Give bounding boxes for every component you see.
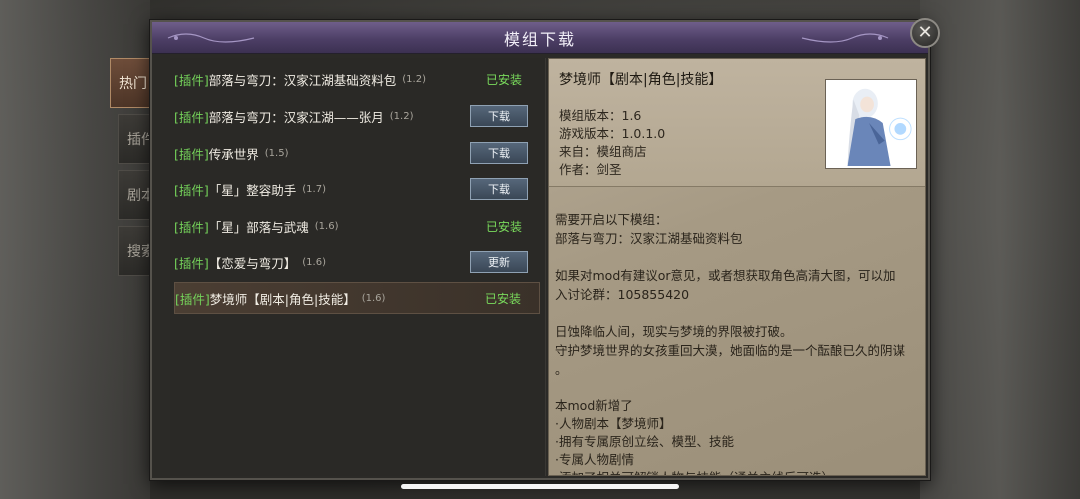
- author-text: 作者：剑圣: [559, 162, 622, 177]
- mod-version: (1.6): [302, 256, 326, 268]
- detail-line: ·拥有专属原创立绘、模型、技能: [555, 434, 734, 449]
- ornament-icon: [801, 33, 889, 43]
- mod-row[interactable]: [插件] 【恋爱与弯刀】 (1.6) 更新: [174, 247, 540, 277]
- mod-row[interactable]: [插件] 「星」整容助手 (1.7) 下载: [174, 174, 540, 204]
- mod-tag: [插件]: [174, 182, 209, 198]
- character-portrait: [825, 79, 917, 169]
- detail-line: 日蚀降临人间，现实与梦境的界限被打破。: [555, 324, 793, 339]
- download-button[interactable]: 下载: [470, 105, 528, 127]
- mod-row[interactable]: [插件] 「星」部落与武魂 (1.6) 已安装: [174, 211, 540, 241]
- source-text: 来自：模组商店: [559, 144, 647, 159]
- mod-name: 部落与弯刀：汉家江湖——张月: [208, 109, 384, 125]
- mod-name: 部落与弯刀：汉家江湖基础资料包: [208, 72, 397, 88]
- detail-line: 入讨论群：105855420: [555, 287, 690, 302]
- mod-detail-panel: 梦境师【剧本|角色|技能】 模组版本：1.6 游戏版本：1.0.1.0 来自：模…: [548, 58, 926, 476]
- mod-version: (1.5): [264, 147, 289, 159]
- mod-name: 「星」部落与武魂: [208, 219, 309, 235]
- detail-line: ·专属人物剧情: [555, 452, 634, 467]
- mod-name: 梦境师【剧本|角色|技能】: [209, 291, 356, 307]
- mod-tag: [插件]: [174, 72, 209, 88]
- mod-name: 传承世界: [208, 146, 259, 162]
- ornament-icon: [167, 33, 255, 43]
- mod-row-selected[interactable]: [插件] 梦境师【剧本|角色|技能】 (1.6) 已安装: [174, 282, 540, 314]
- detail-line: ·添加了相关可解锁人物与技能（通关主线后可选）: [555, 467, 834, 475]
- mod-row[interactable]: [插件] 传承世界 (1.5) 下载: [174, 138, 540, 168]
- mod-download-dialog: 模组下载 ✕ [插件] 部落与弯刀：汉家江湖基础资料包 (1.2) 已安装 [插件]…: [150, 18, 940, 480]
- dialog-title: 模组下载: [503, 29, 576, 49]
- mod-row[interactable]: [插件] 部落与弯刀：汉家江湖基础资料包 (1.2) 已安装: [174, 64, 540, 94]
- detail-title: 梦境师【剧本|角色|技能】: [559, 72, 723, 88]
- game-version-text: 游戏版本：1.0.1.0: [559, 126, 666, 141]
- tab-hot-label: 热门: [119, 76, 147, 92]
- installed-status: 已安装: [485, 72, 522, 87]
- mod-tag: [插件]: [174, 255, 209, 271]
- mod-version-text: 模组版本：1.6: [559, 108, 642, 123]
- mod-version: (1.6): [361, 292, 386, 304]
- detail-line: 部落与弯刀：汉家江湖基础资料包: [555, 231, 743, 246]
- mod-name: 「星」整容助手: [208, 182, 297, 198]
- mod-tag: [插件]: [174, 146, 209, 162]
- detail-line: 需要开启以下模组：: [555, 212, 668, 227]
- close-icon: ✕: [917, 22, 933, 43]
- detail-header: 梦境师【剧本|角色|技能】 模组版本：1.6 游戏版本：1.0.1.0 来自：模…: [549, 59, 925, 187]
- mod-name: 【恋爱与弯刀】: [208, 255, 297, 271]
- detail-line: 守护梦境世界的女孩重回大漠，她面临的是一个酝酿已久的阴谋: [555, 343, 906, 358]
- detail-line: 本mod新增了: [555, 398, 633, 413]
- download-button[interactable]: 下载: [470, 178, 528, 200]
- mod-version: (1.6): [314, 220, 339, 232]
- mod-tag: [插件]: [175, 291, 210, 307]
- home-indicator[interactable]: [401, 484, 679, 489]
- mod-list: [插件] 部落与弯刀：汉家江湖基础资料包 (1.2) 已安装 [插件] 部落与弯刀：汉…: [170, 58, 546, 476]
- installed-status: 已安装: [484, 291, 521, 306]
- download-button[interactable]: 下载: [470, 142, 528, 164]
- mod-version: (1.2): [389, 110, 414, 122]
- background-right: [920, 0, 1080, 499]
- close-button[interactable]: ✕: [910, 18, 940, 48]
- character-portrait-icon: [847, 88, 912, 167]
- mod-version: (1.7): [302, 183, 326, 195]
- detail-line: 。: [555, 362, 568, 377]
- update-button[interactable]: 更新: [470, 251, 528, 273]
- detail-line: ·人物剧本【梦境师】: [555, 416, 672, 431]
- installed-status: 已安装: [485, 219, 522, 234]
- mod-row[interactable]: [插件] 部落与弯刀：汉家江湖——张月 (1.2) 下载: [174, 101, 540, 131]
- mod-tag: [插件]: [174, 109, 209, 125]
- mod-tag: [插件]: [174, 219, 209, 235]
- mod-version: (1.2): [402, 73, 426, 85]
- detail-line: 如果对mod有建议or意见，或者想获取角色高清大图，可以加: [555, 268, 896, 283]
- dialog-titlebar: 模组下载 ✕: [152, 18, 940, 54]
